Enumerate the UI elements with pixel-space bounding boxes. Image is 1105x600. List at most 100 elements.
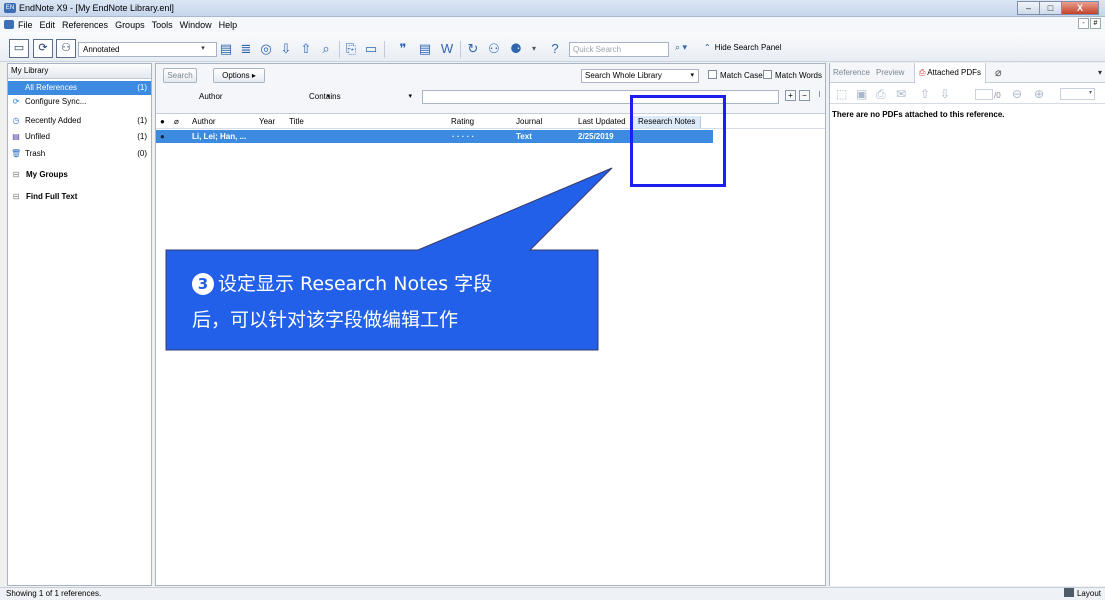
endnote-menu-icon[interactable] bbox=[4, 20, 14, 29]
pane-menu-icon[interactable]: ▾ bbox=[1098, 63, 1102, 83]
import-icon[interactable]: ⇩ bbox=[278, 41, 294, 57]
tab-attached-pdfs[interactable]: ⎙ Attached PDFs bbox=[914, 63, 986, 83]
chevron-down-icon: ▾ bbox=[1088, 90, 1092, 96]
search-button[interactable]: Search bbox=[163, 68, 197, 83]
column-last-updated[interactable]: Last Updated bbox=[578, 116, 626, 128]
zoom-in-icon[interactable]: ⊕ bbox=[1034, 88, 1044, 100]
row-last-updated: 2/25/2019 bbox=[578, 132, 614, 141]
row-rating[interactable]: · · · · · bbox=[452, 130, 474, 143]
paperclip-icon[interactable]: ⌀ bbox=[995, 63, 1002, 83]
tab-preview[interactable]: Preview bbox=[876, 63, 904, 83]
clock-icon: ◷ bbox=[12, 116, 20, 125]
hide-search-panel-label: Hide Search Panel bbox=[714, 43, 782, 52]
sidebar-group-my-groups[interactable]: ⊟ My Groups bbox=[8, 168, 151, 182]
output-style-dropdown-arrow[interactable]: ▾ bbox=[197, 42, 210, 57]
quick-search-input[interactable]: Quick Search bbox=[569, 42, 669, 57]
pdf-icon: ⎙ bbox=[919, 68, 928, 77]
open-pdf-icon[interactable]: ⬚ bbox=[836, 88, 847, 100]
doc-minimize-button[interactable]: - bbox=[1078, 18, 1089, 29]
options-button[interactable]: Options ▸ bbox=[213, 68, 265, 83]
menu-window[interactable]: Window bbox=[180, 20, 212, 30]
maximize-button[interactable]: □ bbox=[1039, 1, 1061, 15]
zoom-out-icon[interactable]: ⊖ bbox=[1012, 88, 1022, 100]
status-text: Showing 1 of 1 references. bbox=[6, 589, 102, 598]
previous-page-icon[interactable]: ⇧ bbox=[920, 88, 930, 100]
menu-references[interactable]: References bbox=[62, 20, 108, 30]
sidebar-item-unfiled[interactable]: ▤ Unfiled (1) bbox=[8, 130, 151, 144]
sidebar-item-configure-sync[interactable]: ⟳ Configure Sync... bbox=[8, 95, 151, 109]
sync-library-mode-icon[interactable]: ⟳ bbox=[33, 39, 53, 58]
title-bar: EN EndNote X9 - [My EndNote Library.enl]… bbox=[0, 0, 1105, 17]
open-link-icon[interactable]: ⎘ bbox=[343, 41, 359, 57]
chevron-down-icon: ▾ bbox=[408, 93, 412, 100]
sidebar-item-recently-added[interactable]: ◷ Recently Added (1) bbox=[8, 114, 151, 128]
search-operator-select[interactable]: Contains ▾ bbox=[306, 91, 416, 105]
menu-groups[interactable]: Groups bbox=[115, 20, 145, 30]
online-search-icon[interactable]: ◎ bbox=[258, 41, 274, 57]
spinner-icon[interactable]: ⁝ bbox=[814, 90, 825, 101]
close-button[interactable]: X bbox=[1061, 1, 1099, 15]
match-words-checkbox[interactable]: Match Words bbox=[763, 70, 822, 82]
trash-icon: 🗑 bbox=[11, 149, 22, 158]
sidebar-group-find-full-text[interactable]: ⊟ Find Full Text bbox=[8, 190, 151, 204]
column-author[interactable]: Author bbox=[192, 116, 216, 128]
search-icon[interactable]: ⌕ ▾ bbox=[675, 42, 687, 53]
menu-tools[interactable]: Tools bbox=[152, 20, 173, 30]
help-icon[interactable]: ? bbox=[547, 41, 563, 57]
menu-file[interactable]: File bbox=[18, 20, 33, 30]
sidebar-item-all-references[interactable]: All References (1) bbox=[8, 81, 151, 95]
find-full-text-icon[interactable]: ⌕ bbox=[318, 41, 334, 57]
edit-reference-icon[interactable]: ≣ bbox=[238, 41, 254, 57]
format-bibliography-icon[interactable]: ▤ bbox=[417, 41, 433, 57]
read-status-icon[interactable]: ● bbox=[160, 116, 165, 128]
doc-restore-button[interactable]: # bbox=[1090, 18, 1101, 29]
share-group-icon[interactable]: ⚇ bbox=[486, 41, 502, 57]
sync-icon[interactable]: ↻ bbox=[465, 41, 481, 57]
new-reference-icon[interactable]: ▤ bbox=[218, 41, 234, 57]
sidebar-item-count: (1) bbox=[137, 132, 147, 141]
sidebar-item-label: Recently Added bbox=[25, 116, 82, 125]
add-search-row-icon[interactable]: + bbox=[785, 90, 796, 101]
sidebar-item-trash[interactable]: 🗑 Trash (0) bbox=[8, 147, 151, 161]
output-style-value: Annotated bbox=[83, 45, 120, 54]
save-icon[interactable]: ▣ bbox=[856, 88, 867, 100]
remove-search-row-icon[interactable]: − bbox=[799, 90, 810, 101]
print-icon[interactable]: ⎙ bbox=[876, 88, 886, 100]
return-to-word-icon[interactable]: W bbox=[439, 41, 455, 57]
online-search-mode-icon[interactable]: ⚇ bbox=[56, 39, 76, 58]
sidebar-item-label: All References bbox=[25, 83, 78, 92]
tab-attached-pdfs-label: Attached PDFs bbox=[927, 68, 981, 77]
pdf-toolbar: ⬚ ▣ ⎙ ✉ ⇧ ⇩ /0 ⊖ ⊕ ▾ bbox=[830, 84, 1105, 104]
tab-reference[interactable]: Reference bbox=[833, 63, 870, 83]
collapse-icon[interactable]: ⊟ bbox=[11, 192, 21, 202]
export-icon[interactable]: ⇧ bbox=[298, 41, 314, 57]
collapse-icon[interactable]: ⊟ bbox=[11, 170, 21, 180]
detail-tabs: Reference Preview ⎙ Attached PDFs ⌀ ▾ bbox=[830, 63, 1105, 83]
next-page-icon[interactable]: ⇩ bbox=[940, 88, 950, 100]
search-scope-select[interactable]: Search Whole Library ▾ bbox=[581, 69, 699, 83]
hide-search-panel-button[interactable]: ⌃ Hide Search Panel bbox=[704, 43, 781, 52]
column-journal[interactable]: Journal bbox=[516, 116, 542, 128]
chevron-down-icon[interactable]: ▾ bbox=[529, 41, 539, 57]
layout-button[interactable]: Layout bbox=[1063, 588, 1101, 600]
group-options-icon[interactable]: ⚈ bbox=[508, 41, 524, 57]
column-year[interactable]: Year bbox=[259, 116, 275, 128]
email-icon[interactable]: ✉ bbox=[896, 88, 906, 100]
match-case-checkbox[interactable]: Match Case bbox=[708, 70, 763, 82]
page-number-input[interactable] bbox=[975, 89, 993, 100]
minimize-button[interactable]: – bbox=[1017, 1, 1039, 15]
column-title[interactable]: Title bbox=[289, 116, 304, 128]
checkbox-box bbox=[763, 70, 772, 79]
insert-citation-icon[interactable]: ❞ bbox=[395, 41, 411, 57]
column-rating[interactable]: Rating bbox=[451, 116, 474, 128]
menu-edit[interactable]: Edit bbox=[40, 20, 56, 30]
menu-help[interactable]: Help bbox=[219, 20, 238, 30]
search-scope-value: Search Whole Library bbox=[585, 71, 662, 80]
sidebar-header[interactable]: My Library bbox=[8, 64, 151, 79]
open-file-icon[interactable]: ▭ bbox=[363, 41, 379, 57]
library-sidebar: My Library All References (1) ⟳ Configur… bbox=[7, 63, 152, 586]
local-library-mode-icon[interactable]: ▭ bbox=[9, 39, 29, 58]
attachment-icon[interactable]: ⌀ bbox=[174, 116, 179, 128]
zoom-select[interactable]: ▾ bbox=[1060, 88, 1095, 100]
sidebar-item-label: Trash bbox=[25, 149, 46, 158]
